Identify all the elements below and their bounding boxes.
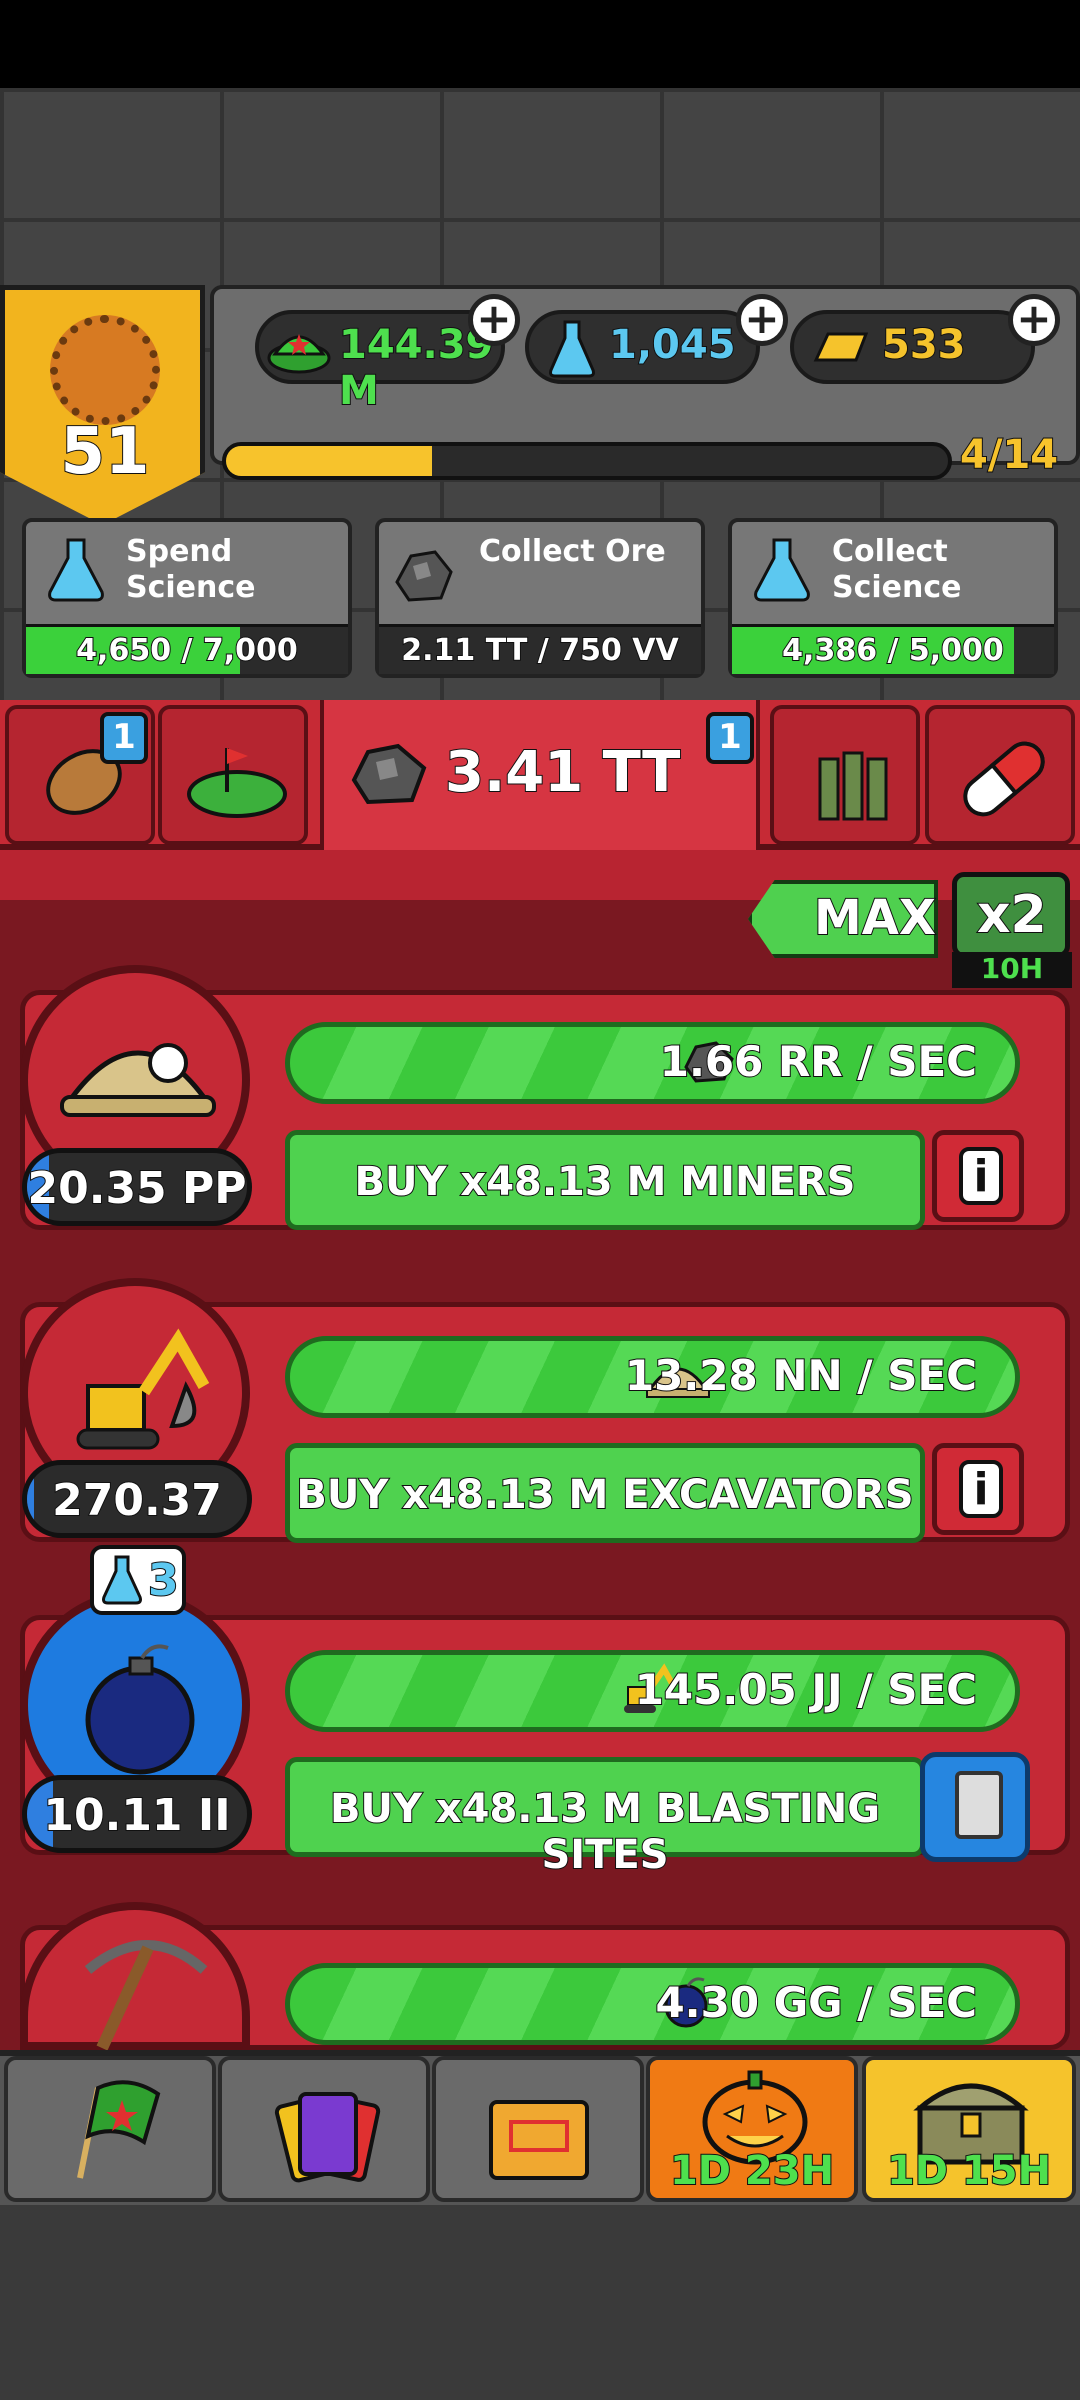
science-requirement-value: 3: [147, 1554, 180, 1607]
chest-event-timer: 1D 15H: [886, 2147, 1052, 2195]
card-icon: [955, 1771, 1003, 1839]
bottom-wall: [0, 2205, 1080, 2400]
tab-pill[interactable]: [925, 705, 1075, 845]
buy-miners-label: BUY x48.13 M MINERS: [354, 1158, 857, 1206]
blasting-sites-cost: 10.11 II: [22, 1775, 252, 1853]
bomb-icon: [85, 1644, 195, 1775]
level-progress-bar: [222, 442, 952, 480]
excavator-icon: [76, 1328, 210, 1450]
mission-progress-text: 2.11 TT / 750 VV: [400, 632, 679, 669]
level-progress-text: 4/14: [959, 431, 1059, 479]
excavators-rate-text: 13.28 NN / SEC: [624, 1350, 978, 1401]
tab-badge: 1: [706, 712, 754, 764]
mission-progress-bar: 4,386 / 5,000: [732, 624, 1054, 674]
info-icon: i: [959, 1460, 1003, 1518]
mission-card-collect-science[interactable]: Collect Science 4,386 / 5,000: [728, 518, 1058, 678]
blasting-sites-rate-text: 145.05 JJ / SEC: [634, 1664, 978, 1715]
mission-progress-bar: 4,650 / 7,000: [26, 624, 348, 674]
manager-card-button[interactable]: [920, 1752, 1030, 1862]
cash-hat-icon: [267, 334, 331, 374]
miners-cost-text: 20.35 PP: [27, 1162, 247, 1215]
gold-value: 533: [881, 321, 966, 369]
nav-files[interactable]: [432, 2056, 644, 2202]
mission-progress-text: 4,650 / 7,000: [75, 632, 299, 669]
mission-label: Collect Ore: [479, 534, 666, 569]
buy-miners-button[interactable]: BUY x48.13 M MINERS: [285, 1130, 925, 1230]
blasting-sites-cost-text: 10.11 II: [42, 1789, 231, 1842]
excavators-cost: 270.37 LL: [22, 1460, 252, 1538]
boost-timer: 10H 37M: [952, 952, 1072, 1018]
tab-ammo[interactable]: [770, 705, 920, 845]
nav-cards[interactable]: [218, 2056, 430, 2202]
ore-icon: [395, 550, 453, 602]
gold-counter: 533: [790, 310, 1035, 384]
nav-halloween-event[interactable]: 1D 23H: [646, 2056, 858, 2202]
x2-boost-button[interactable]: x2: [952, 872, 1070, 958]
ore-total: 3.41 TT: [444, 739, 681, 806]
tab-badge: 1: [100, 712, 148, 764]
flag-icon: [77, 2080, 161, 2179]
flask-icon: [754, 538, 810, 602]
max-label: MAX: [813, 889, 937, 947]
ore-icon: [351, 743, 427, 805]
excavators-rate-bar: 13.28 NN / SEC: [285, 1336, 1020, 1418]
add-gold-button[interactable]: +: [1008, 294, 1060, 346]
miners-rate-text: 1.66 RR / SEC: [659, 1036, 978, 1087]
mission-card-collect-ore[interactable]: Collect Ore 2.11 TT / 750 VV: [375, 518, 705, 678]
player-level: 51: [59, 414, 150, 490]
add-science-button[interactable]: +: [736, 294, 788, 346]
excavators-info-button[interactable]: i: [932, 1443, 1024, 1535]
mission-label: Collect Science: [832, 534, 962, 605]
flask-icon: [48, 538, 104, 602]
miner-helmet-icon: [60, 1043, 216, 1117]
pickaxe-icon: [84, 1940, 208, 2050]
science-counter: 1,045: [525, 310, 760, 384]
miners-cost: 20.35 PP: [22, 1148, 252, 1226]
status-bar: [0, 0, 1080, 88]
halloween-event-timer: 1D 23H: [669, 2147, 835, 2195]
miners-rate-bar: 1.66 RR / SEC: [285, 1022, 1020, 1104]
buy-blasting-sites-button[interactable]: BUY x48.13 M BLASTING SITES: [285, 1757, 925, 1879]
x2-label: x2: [976, 884, 1048, 946]
folder-icon: [489, 2100, 589, 2180]
nav-chest-event[interactable]: 1D 15H: [862, 2056, 1076, 2202]
excavators-cost-text: 270.37 LL: [51, 1474, 223, 1533]
blasting-sites-rate-bar: 145.05 JJ / SEC: [285, 1650, 1020, 1732]
pickaxe-rate-text: 4.30 GG / SEC: [654, 1977, 978, 2028]
ammo-icon: [818, 751, 888, 821]
buy-excavators-button[interactable]: BUY x48.13 M EXCAVATORS: [285, 1443, 925, 1543]
gold-bar-icon: [813, 332, 869, 362]
level-progress-fill: [226, 446, 433, 476]
gear-icon: [50, 315, 160, 425]
pill-icon: [963, 741, 1045, 817]
cards-icon: [274, 2092, 381, 2183]
field-flag-icon: [187, 748, 287, 818]
buy-blasting-sites-label: BUY x48.13 M BLASTING SITES: [329, 1785, 881, 1879]
buy-excavators-label: BUY x48.13 M EXCAVATORS: [295, 1471, 914, 1519]
mission-label: Spend Science: [126, 534, 256, 605]
mission-card-spend-science[interactable]: Spend Science 4,650 / 7,000: [22, 518, 352, 678]
flask-icon: [102, 1555, 142, 1605]
max-button[interactable]: MAX: [748, 880, 938, 958]
nav-missions[interactable]: [4, 2056, 216, 2202]
science-requirement-badge: 3: [90, 1545, 186, 1615]
flask-icon: [549, 320, 595, 378]
miners-info-button[interactable]: i: [932, 1130, 1024, 1222]
add-cash-button[interactable]: +: [468, 294, 520, 346]
mission-progress-text: 4,386 / 5,000: [781, 632, 1005, 669]
pickaxe-rate-bar: 4.30 GG / SEC: [285, 1963, 1020, 2045]
info-icon: i: [959, 1147, 1003, 1205]
mission-progress-bar: 2.11 TT / 750 VV: [379, 624, 701, 674]
science-value: 1,045: [608, 321, 737, 369]
tab-field[interactable]: [158, 705, 308, 845]
